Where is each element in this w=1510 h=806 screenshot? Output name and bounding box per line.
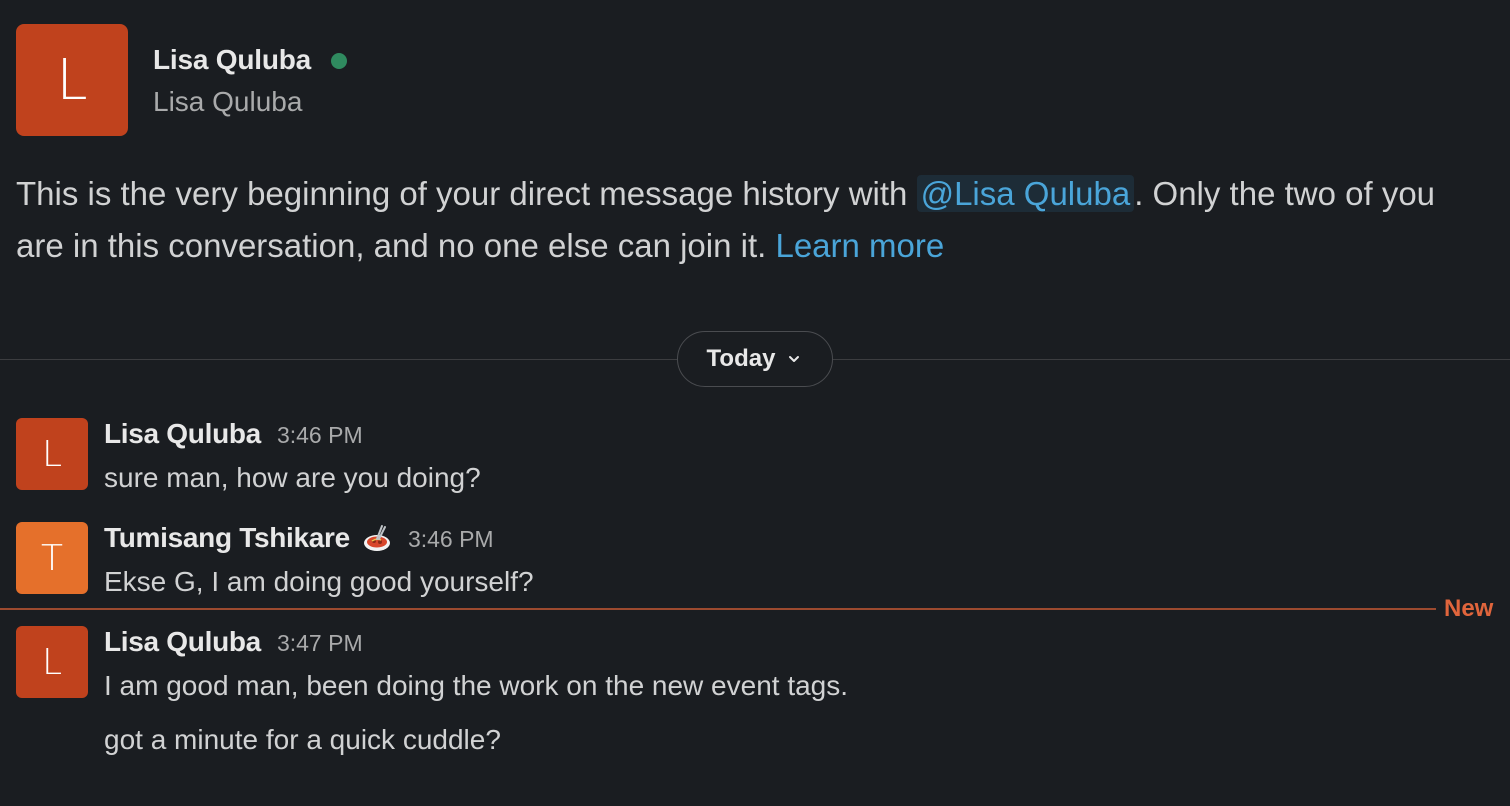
message-author[interactable]: Lisa Quluba xyxy=(104,626,261,658)
message-text: sure man, how are you doing? xyxy=(104,462,481,493)
new-messages-label: New xyxy=(1444,595,1494,622)
message-author[interactable]: Lisa Quluba xyxy=(104,418,261,450)
date-label: Today xyxy=(706,345,776,372)
message-item[interactable]: L Lisa Quluba 3:46 PM sure man, how are … xyxy=(16,418,481,494)
profile-name-row: Lisa Quluba xyxy=(153,42,348,78)
message-timestamp[interactable]: 3:46 PM xyxy=(408,526,494,553)
avatar[interactable]: L xyxy=(16,418,88,490)
message-item[interactable]: T Tumisang Tshikare 3:46 PM Ekse G, I am… xyxy=(16,522,534,598)
message-text: got a minute for a quick cuddle? xyxy=(104,724,501,755)
message-body: Tumisang Tshikare 3:46 PM Ekse G, I am d… xyxy=(104,522,534,598)
new-messages-divider xyxy=(0,608,1436,610)
avatar[interactable]: L xyxy=(16,24,128,136)
learn-more-link[interactable]: Learn more xyxy=(775,227,944,264)
chevron-down-icon xyxy=(789,356,800,362)
presence-active-icon xyxy=(331,53,348,69)
profile-display-name[interactable]: Lisa Quluba xyxy=(153,44,311,76)
message-body: Lisa Quluba 3:46 PM sure man, how are yo… xyxy=(104,418,481,494)
message-body: Lisa Quluba 3:47 PM I am good man, been … xyxy=(104,626,848,756)
message-text: I am good man, been doing the work on th… xyxy=(104,670,849,701)
profile-names: Lisa Quluba Lisa Quluba xyxy=(153,24,348,118)
user-mention-link[interactable]: @Lisa Quluba xyxy=(916,175,1135,212)
message-header: Lisa Quluba 3:46 PM xyxy=(104,418,481,452)
spaghetti-icon[interactable] xyxy=(362,524,392,554)
intro-text-before: This is the very beginning of your direc… xyxy=(16,175,917,212)
message-text: Ekse G, I am doing good yourself? xyxy=(104,566,534,597)
message-header: Tumisang Tshikare 3:46 PM xyxy=(104,522,534,556)
message-author[interactable]: Tumisang Tshikare xyxy=(104,522,350,554)
avatar[interactable]: L xyxy=(16,626,88,698)
message-item[interactable]: L Lisa Quluba 3:47 PM I am good man, bee… xyxy=(16,626,848,756)
profile-full-name: Lisa Quluba xyxy=(153,86,303,117)
dm-intro-text: This is the very beginning of your direc… xyxy=(16,168,1486,272)
avatar[interactable]: T xyxy=(16,522,88,594)
message-timestamp[interactable]: 3:46 PM xyxy=(277,422,363,449)
dm-profile-header: L Lisa Quluba Lisa Quluba xyxy=(16,24,348,136)
date-jump-button[interactable]: Today xyxy=(677,331,833,387)
message-header: Lisa Quluba 3:47 PM xyxy=(104,626,848,660)
message-timestamp[interactable]: 3:47 PM xyxy=(277,630,363,657)
